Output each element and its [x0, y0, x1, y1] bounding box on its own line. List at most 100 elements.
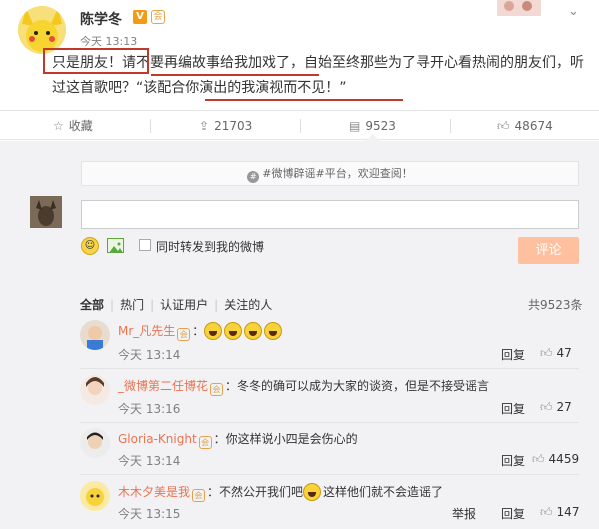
comment-body: Gloria-Knight 会：你这样说小四是会伤心的: [118, 430, 358, 449]
donkey-avatar-icon: [30, 196, 62, 228]
reply-button[interactable]: 回复: [501, 505, 525, 522]
highlight-underline: [205, 99, 403, 101]
repost-button[interactable]: ⇪ 21703: [199, 111, 252, 141]
post-time[interactable]: 今天 13:13: [80, 33, 137, 49]
divider: |: [214, 298, 219, 312]
forward-label: 同时转发到我的微博: [156, 240, 265, 254]
favorite-button[interactable]: ☆ 收藏: [53, 111, 93, 141]
comment-like-count: 4459: [548, 452, 580, 466]
filter-verified[interactable]: 认证用户: [160, 296, 208, 313]
divider: [150, 119, 151, 133]
divider: [80, 422, 579, 423]
comment-username[interactable]: 木木夕美是我: [118, 485, 190, 499]
comment-filters: 全部 | 热门 | 认证用户 | 关注的人: [80, 296, 272, 313]
image-upload-icon[interactable]: [107, 238, 124, 253]
comment-avatar[interactable]: [80, 320, 110, 350]
divider: [80, 474, 579, 475]
divider: |: [110, 298, 115, 312]
laugh-emoji-icon: [244, 322, 263, 340]
thumbs-up-icon: 👍︎: [532, 452, 545, 466]
submit-comment-button[interactable]: 评论: [518, 237, 579, 264]
like-button[interactable]: 👍︎ 48674: [497, 111, 553, 141]
divider: |: [150, 298, 155, 312]
comment-total: 共9523条: [528, 298, 583, 312]
vip-badge: 会: [151, 10, 165, 24]
comment-body: 木木夕美是我会：不然公开我们吧 这样他们就不会造谣了: [118, 483, 443, 502]
favorite-label: 收藏: [68, 119, 93, 133]
vip-badge: 会: [177, 328, 191, 341]
vip-badge: 会: [198, 436, 212, 449]
comment-avatar[interactable]: [80, 375, 110, 405]
highlight-box: [43, 48, 149, 74]
comment-like-count: 27: [556, 400, 572, 414]
weibo-post: 陈学冬 V 会 今天 13:13 ⌄ 只是朋友！请不要再编故事给我加戏了，自始至…: [0, 0, 599, 110]
laugh-emoji-icon: [224, 322, 243, 340]
comment-text: ：: [192, 324, 205, 338]
filter-hot[interactable]: 热门: [120, 296, 144, 313]
thumbs-up-icon: 👍︎: [540, 400, 553, 414]
comment-input[interactable]: [81, 200, 579, 229]
filter-all[interactable]: 全部: [80, 296, 104, 313]
post-action-bar: ☆ 收藏 ⇪ 21703 ▤ 9523 👍︎ 48674: [0, 110, 599, 140]
notice-text: #微博辟谣#平台，欢迎查阅！: [262, 167, 413, 180]
panel-caret: [366, 134, 380, 141]
comment-username[interactable]: _微博第二任博花: [118, 379, 208, 393]
repost-icon: ⇪: [199, 119, 210, 133]
forward-checkbox[interactable]: [139, 239, 151, 251]
pikachu-avatar-icon: [18, 6, 66, 54]
user-avatar[interactable]: [18, 6, 66, 54]
comment-like-button[interactable]: 👍︎ 47: [540, 346, 572, 361]
reply-button[interactable]: 回复: [501, 400, 525, 417]
rumor-notice[interactable]: # #微博辟谣#平台，欢迎查阅！: [81, 161, 579, 186]
comment-time: 今天 13:16: [118, 402, 181, 416]
comment-like-button[interactable]: 👍︎ 4459: [532, 452, 579, 467]
laugh-emoji-icon: [264, 322, 283, 340]
laugh-emoji-icon: [204, 322, 223, 340]
comment-time: 今天 13:14: [118, 348, 181, 362]
comment-body: Mr_凡先生会：: [118, 322, 284, 341]
comment-time: 今天 13:14: [118, 454, 181, 468]
reply-button[interactable]: 回复: [501, 346, 525, 363]
info-icon: #: [247, 171, 260, 183]
report-button[interactable]: 举报: [452, 505, 476, 522]
vip-badge: 会: [210, 383, 224, 396]
post-text-part-5: ”: [339, 80, 347, 96]
comment-text: ：你这样说小四是会伤心的: [213, 432, 358, 446]
chevron-down-icon[interactable]: ⌄: [568, 4, 579, 19]
comment-body: _微博第二任博花会：冬冬的确可以成为大家的谈资，但是不接受谣言: [118, 377, 489, 396]
comment-icon: ▤: [349, 119, 361, 133]
comment-avatar[interactable]: [80, 428, 110, 458]
verified-badge: V: [133, 10, 147, 24]
divider: [300, 119, 301, 133]
thumbs-up-icon: 👍︎: [497, 119, 510, 133]
comment-username[interactable]: Gloria-Knight: [118, 432, 197, 446]
thumbs-up-icon: 👍︎: [540, 505, 553, 519]
comment-text: ：冬冬的确可以成为大家的谈资，但是不接受谣言: [225, 379, 490, 393]
decor-avatar-icon: [497, 0, 541, 16]
comment-username[interactable]: Mr_凡先生: [118, 324, 175, 338]
comment-like-button[interactable]: 👍︎ 147: [540, 505, 579, 520]
thumbs-up-icon: 👍︎: [540, 346, 553, 360]
comment-like-button[interactable]: 👍︎ 27: [540, 400, 572, 415]
comment-text: 这样他们就不会造谣了: [323, 485, 444, 499]
reply-button[interactable]: 回复: [501, 452, 525, 469]
vip-badge: 会: [192, 489, 206, 502]
shy-emoji-icon: [303, 483, 322, 501]
post-text-part-4: “该配合你演出的我演视而不见！: [136, 80, 340, 96]
divider: [80, 368, 579, 369]
star-icon: ☆: [53, 119, 64, 133]
post-username[interactable]: 陈学冬: [80, 9, 122, 29]
like-count: 48674: [514, 119, 553, 133]
comment-avatar[interactable]: [80, 481, 110, 511]
comment-count: 9523: [365, 119, 396, 133]
emoji-picker-icon[interactable]: ☺: [81, 237, 99, 255]
filter-following[interactable]: 关注的人: [224, 296, 272, 313]
comment-like-count: 147: [556, 505, 580, 519]
comment-text: ：不然公开我们吧: [207, 485, 304, 499]
comment-time: 今天 13:15: [118, 507, 181, 521]
repost-count: 21703: [214, 119, 253, 133]
divider: [450, 119, 451, 133]
highlight-underline: [151, 74, 319, 76]
comment-like-count: 47: [556, 346, 572, 360]
my-avatar: [30, 196, 62, 228]
